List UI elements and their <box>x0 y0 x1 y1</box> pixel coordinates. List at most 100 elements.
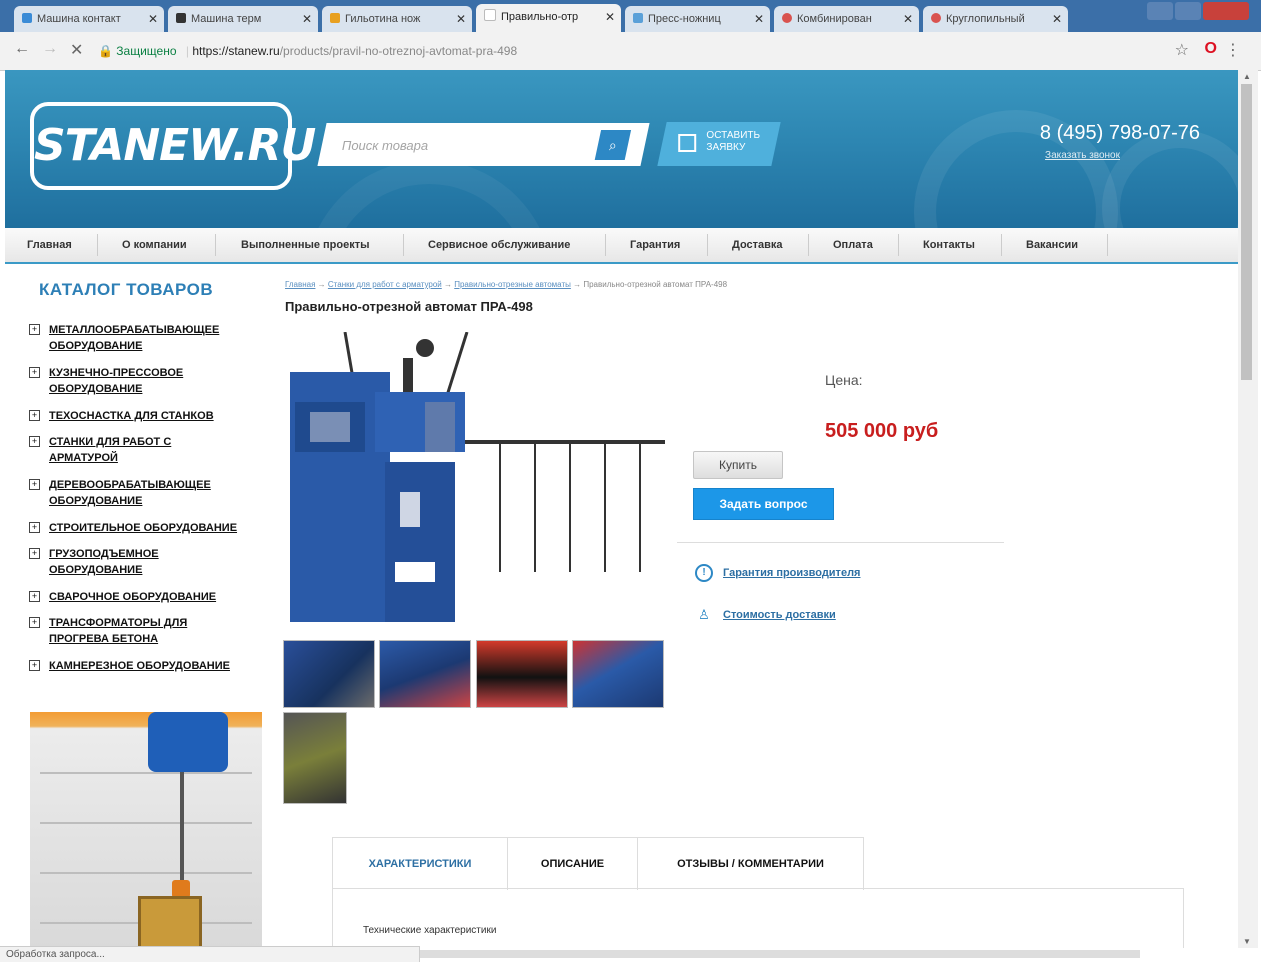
tab-title: Правильно-отр <box>501 11 579 23</box>
catalog-item[interactable]: + СВАРОЧНОЕ ОБОРУДОВАНИЕ <box>29 589 259 605</box>
callback-link[interactable]: Заказать звонок <box>1045 150 1120 161</box>
expand-plus-icon[interactable]: + <box>29 591 40 602</box>
catalog-item[interactable]: + КАМНЕРЕЗНОЕ ОБОРУДОВАНИЕ <box>29 658 259 674</box>
product-thumbnail[interactable] <box>283 640 375 708</box>
catalog-item[interactable]: + МЕТАЛЛООБРАБАТЫВАЮЩЕЕ ОБОРУДОВАНИЕ <box>29 322 249 354</box>
close-tab-icon[interactable]: ✕ <box>456 6 466 32</box>
breadcrumb-link[interactable]: Главная <box>285 280 315 289</box>
breadcrumb-link[interactable]: Правильно-отрезные автоматы <box>454 280 571 289</box>
catalog-item[interactable]: + ТЕХОСНАСТКА ДЛЯ СТАНКОВ <box>29 408 259 424</box>
product-thumbnail[interactable] <box>572 640 664 708</box>
search-button[interactable]: ⌕ <box>594 130 632 160</box>
browser-tab[interactable]: Машина терм ✕ <box>168 6 318 32</box>
tab-characteristics[interactable]: ХАРАКТЕРИСТИКИ <box>333 838 508 890</box>
nav-item-delivery[interactable]: Доставка <box>732 228 783 262</box>
expand-plus-icon[interactable]: + <box>29 660 40 671</box>
tab-description[interactable]: ОПИСАНИЕ <box>508 838 638 890</box>
nav-item-contacts[interactable]: Контакты <box>923 228 975 262</box>
catalog-item-label[interactable]: МЕТАЛЛООБРАБАТЫВАЮЩЕЕ ОБОРУДОВАНИЕ <box>49 322 249 354</box>
horizontal-scrollbar[interactable] <box>420 950 1140 958</box>
nav-item-vacancies[interactable]: Вакансии <box>1026 228 1078 262</box>
catalog-item-label[interactable]: СТРОИТЕЛЬНОЕ ОБОРУДОВАНИЕ <box>49 520 259 536</box>
vertical-scrollbar[interactable]: ▲ ▼ <box>1238 70 1258 948</box>
nav-item-warranty[interactable]: Гарантия <box>630 228 680 262</box>
leave-request-button[interactable]: Оставить заявку <box>657 122 781 166</box>
scrollbar-thumb[interactable] <box>1241 84 1252 380</box>
bookmark-star-icon[interactable]: ☆ <box>1175 40 1189 60</box>
browser-tab[interactable]: Комбинирован ✕ <box>774 6 919 32</box>
catalog-item-label[interactable]: КУЗНЕЧНО-ПРЕССОВОЕ ОБОРУДОВАНИЕ <box>49 365 209 397</box>
breadcrumb-link[interactable]: Станки для работ с арматурой <box>328 280 442 289</box>
tab-reviews[interactable]: ОТЗЫВЫ / КОММЕНТАРИИ <box>638 838 863 890</box>
catalog-item-label[interactable]: ТРАНСФОРМАТОРЫ ДЛЯ ПРОГРЕВА БЕТОНА <box>49 615 219 647</box>
url-path: /products/pravil-no-otreznoj-avtomat-pra… <box>279 44 518 58</box>
catalog-item-label[interactable]: ТЕХОСНАСТКА ДЛЯ СТАНКОВ <box>49 408 259 424</box>
browser-tab[interactable]: Гильотина нож ✕ <box>322 6 472 32</box>
catalog-item[interactable]: + СТРОИТЕЛЬНОЕ ОБОРУДОВАНИЕ <box>29 520 259 536</box>
browser-tab[interactable]: Пресс-ножниц ✕ <box>625 6 770 32</box>
site-logo[interactable]: STANEW.RU <box>30 102 316 190</box>
expand-plus-icon[interactable]: + <box>29 410 40 421</box>
browser-tab-active[interactable]: Правильно-отр ✕ <box>476 4 621 32</box>
catalog-item[interactable]: + СТАНКИ ДЛЯ РАБОТ С АРМАТУРОЙ <box>29 434 199 466</box>
scroll-down-arrow-icon[interactable]: ▼ <box>1243 937 1251 946</box>
browser-tab[interactable]: Машина контакт ✕ <box>14 6 164 32</box>
search-input[interactable] <box>339 133 594 157</box>
expand-plus-icon[interactable]: + <box>29 522 40 533</box>
product-main-image[interactable] <box>285 332 675 622</box>
warranty-label[interactable]: Гарантия производителя <box>723 567 860 579</box>
catalog-item[interactable]: + ТРАНСФОРМАТОРЫ ДЛЯ ПРОГРЕВА БЕТОНА <box>29 615 219 647</box>
close-tab-icon[interactable]: ✕ <box>605 4 615 30</box>
buy-button[interactable]: Купить <box>693 451 783 479</box>
minimize-button[interactable] <box>1147 2 1173 20</box>
nav-item-projects[interactable]: Выполненные проекты <box>241 228 370 262</box>
ask-question-button[interactable]: Задать вопрос <box>693 488 834 520</box>
catalog-item[interactable]: + ГРУЗОПОДЪЕМНОЕ ОБОРУДОВАНИЕ <box>29 546 189 578</box>
close-tab-icon[interactable]: ✕ <box>754 6 764 32</box>
product-thumbnail[interactable] <box>476 640 568 708</box>
tab-title: Комбинирован <box>797 13 872 25</box>
address-bar: ← → ✕ 🔒 Защищено | https://stanew.ru/pro… <box>0 32 1261 71</box>
promo-banner[interactable] <box>30 712 262 948</box>
catalog-item-label[interactable]: СВАРОЧНОЕ ОБОРУДОВАНИЕ <box>49 589 259 605</box>
opera-extension-icon[interactable]: O <box>1205 40 1217 58</box>
catalog-item[interactable]: + КУЗНЕЧНО-ПРЕССОВОЕ ОБОРУДОВАНИЕ <box>29 365 209 397</box>
catalog-item-label[interactable]: СТАНКИ ДЛЯ РАБОТ С АРМАТУРОЙ <box>49 434 199 466</box>
product-thumbnail[interactable] <box>283 712 347 804</box>
scroll-up-arrow-icon[interactable]: ▲ <box>1243 72 1251 81</box>
nav-item-home[interactable]: Главная <box>27 228 72 262</box>
catalog-item[interactable]: + ДЕРЕВООБРАБАТЫВАЮЩЕЕ ОБОРУДОВАНИЕ <box>29 477 239 509</box>
expand-plus-icon[interactable]: + <box>29 479 40 490</box>
catalog-title: КАТАЛОГ ТОВАРОВ <box>39 280 214 299</box>
stop-icon[interactable]: ✕ <box>70 40 83 60</box>
expand-plus-icon[interactable]: + <box>29 436 40 447</box>
nav-item-service[interactable]: Сервисное обслуживание <box>428 228 570 262</box>
close-tab-icon[interactable]: ✕ <box>148 6 158 32</box>
close-tab-icon[interactable]: ✕ <box>302 6 312 32</box>
maximize-button[interactable] <box>1175 2 1201 20</box>
close-tab-icon[interactable]: ✕ <box>1052 6 1062 32</box>
delivery-cost-label[interactable]: Стоимость доставки <box>723 609 836 621</box>
browser-tab[interactable]: Круглопильный ✕ <box>923 6 1068 32</box>
expand-plus-icon[interactable]: + <box>29 617 40 628</box>
expand-plus-icon[interactable]: + <box>29 548 40 559</box>
close-window-button[interactable] <box>1203 2 1249 20</box>
expand-plus-icon[interactable]: + <box>29 324 40 335</box>
nav-item-payment[interactable]: Оплата <box>833 228 873 262</box>
catalog-item-label[interactable]: ДЕРЕВООБРАБАТЫВАЮЩЕЕ ОБОРУДОВАНИЕ <box>49 477 239 509</box>
catalog-item-label[interactable]: ГРУЗОПОДЪЕМНОЕ ОБОРУДОВАНИЕ <box>49 546 189 578</box>
tab-favicon <box>931 13 941 23</box>
close-tab-icon[interactable]: ✕ <box>903 6 913 32</box>
forward-arrow-icon[interactable]: → <box>42 40 58 58</box>
expand-plus-icon[interactable]: + <box>29 367 40 378</box>
catalog-item-label[interactable]: КАМНЕРЕЗНОЕ ОБОРУДОВАНИЕ <box>49 658 259 674</box>
delivery-cost-link[interactable]: ♙ Стоимость доставки <box>695 606 836 624</box>
menu-kebab-icon[interactable]: ⋮ <box>1225 40 1241 60</box>
back-arrow-icon[interactable]: ← <box>14 40 30 58</box>
tab-panel: Технические характеристики <box>332 888 1184 948</box>
product-thumbnail[interactable] <box>379 640 471 708</box>
warranty-link[interactable]: ! Гарантия производителя <box>695 564 860 582</box>
nav-item-about[interactable]: О компании <box>122 228 187 262</box>
tab-title: Круглопильный <box>946 13 1025 25</box>
url-field[interactable]: 🔒 Защищено | https://stanew.ru/products/… <box>98 39 958 63</box>
